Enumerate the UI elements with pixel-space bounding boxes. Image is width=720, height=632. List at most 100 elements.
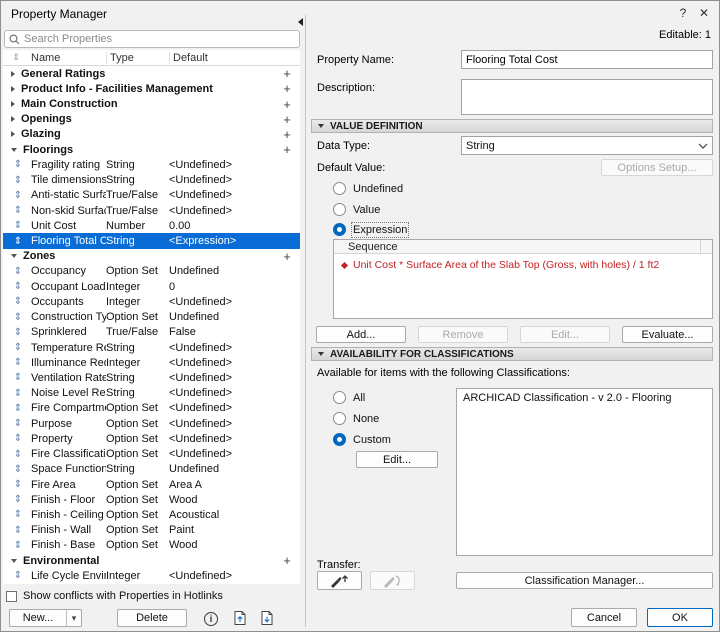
group-row[interactable]: Main Construction + [3,96,300,112]
property-row[interactable]: ⇕ Occupant Load Integer 0 [3,279,300,294]
cancel-button[interactable]: Cancel [571,608,637,627]
radio-icon [333,391,346,404]
edit-expression-button[interactable]: Edit... [520,326,610,343]
disclosure-icon[interactable] [11,558,17,563]
property-row[interactable]: ⇕ Finish - Floor Option Set Wood [3,492,300,507]
availability-header[interactable]: AVAILABILITY FOR CLASSIFICATIONS [311,347,713,361]
close-button[interactable]: ✕ [696,5,712,21]
value-definition-header[interactable]: VALUE DEFINITION [311,119,713,133]
property-row[interactable]: ⇕ Unit Cost Number 0.00 [3,218,300,233]
help-button[interactable]: ? [675,5,691,21]
evaluate-button[interactable]: Evaluate... [622,326,713,343]
disclosure-icon[interactable] [11,70,15,77]
disclosure-icon[interactable] [11,85,15,92]
description-input[interactable] [461,79,713,115]
column-default[interactable]: Default [169,51,300,64]
group-row[interactable]: Environmental + [3,553,300,568]
property-name-cell: Property [31,432,73,445]
disclosure-icon[interactable] [11,101,15,108]
panel-splitter[interactable] [305,15,306,627]
disclosure-icon[interactable] [11,116,15,123]
group-row[interactable]: Zones + [3,249,300,264]
add-property-icon[interactable]: + [280,249,294,264]
delete-button[interactable]: Delete [117,609,187,627]
group-row[interactable]: Floorings + [3,142,300,157]
property-row[interactable]: ⇕ Finish - Ceiling Option Set Acoustical [3,507,300,522]
show-conflicts-checkbox[interactable] [6,590,17,602]
reorder-icon: ⇕ [13,235,23,247]
classification-all-radio[interactable]: All [333,391,365,404]
group-row[interactable]: Glazing + [3,127,300,142]
property-row[interactable]: ⇕ Space Function String Undefined [3,462,300,477]
property-name-input[interactable] [461,50,713,69]
property-row[interactable]: ⇕ Finish - Wall Option Set Paint [3,523,300,538]
edit-classifications-button[interactable]: Edit... [356,451,438,468]
default-expression-radio[interactable]: Expression [333,221,410,238]
disclosure-icon[interactable] [11,254,17,259]
disclosure-icon[interactable] [11,131,15,138]
search-box [4,30,300,48]
property-name-cell: Tile dimensions [31,174,106,187]
property-row[interactable]: ⇕ Life Cycle Environ...Integer <Undefined> [3,568,300,583]
property-row[interactable]: ⇕ Finish - Base Option Set Wood [3,538,300,553]
property-row[interactable]: ⇕ Illuminance Requ...Integer <Undefined> [3,355,300,370]
add-property-icon[interactable]: + [280,97,294,112]
radio-label: Expression [350,221,410,238]
property-row[interactable]: ⇕ Sprinklered True/False False [3,325,300,340]
info-button[interactable]: i [203,611,219,627]
expression-row[interactable]: Unit Cost * Surface Area of the Slab Top… [334,254,712,271]
sequence-column-header[interactable]: Sequence [334,240,712,254]
inject-parameters-button[interactable] [370,571,415,590]
property-row[interactable]: ⇕ Tile dimensions String <Undefined> [3,173,300,188]
collapse-panel-icon[interactable] [298,18,303,26]
show-conflicts-row: Show conflicts with Properties in Hotlin… [6,590,223,602]
disclosure-icon[interactable] [11,147,17,152]
classification-item[interactable]: ARCHICAD Classification - v 2.0 - Floori… [457,389,712,407]
classification-custom-radio[interactable]: Custom [333,433,391,446]
property-row[interactable]: ⇕ Non-skid SurfaceTrue/False <Undefined> [3,203,300,218]
property-row[interactable]: ⇕ Fire Area Option Set Area A [3,477,300,492]
import-properties-button[interactable] [258,609,276,627]
ok-button[interactable]: OK [647,608,713,627]
property-row[interactable]: ⇕ Temperature Req...String <Undefined> [3,340,300,355]
new-menu-arrow-icon[interactable]: ▾ [66,610,81,626]
group-row[interactable]: General Ratings + [3,66,300,81]
property-row[interactable]: ⇕ Occupancy Option Set Undefined [3,264,300,279]
property-default-cell: <Undefined> [169,295,232,308]
search-input[interactable] [24,32,295,46]
property-row[interactable]: ⇕ Fire ClassificationOption Set <Undefined… [3,446,300,461]
classification-manager-button[interactable]: Classification Manager... [456,572,713,589]
add-property-icon[interactable]: + [280,142,294,157]
group-row[interactable]: Product Info - Facilities Management + [3,81,300,96]
add-property-icon[interactable]: + [280,553,294,568]
default-undefined-radio[interactable]: Undefined [333,182,403,195]
property-row[interactable]: ⇕ Noise Level Requ...String <Undefined> [3,386,300,401]
pickup-parameters-button[interactable] [317,571,362,590]
add-property-icon[interactable]: + [280,81,294,96]
column-type[interactable]: Type [106,51,169,64]
remove-button[interactable]: Remove [418,326,508,343]
property-row[interactable]: ⇕ Property Option Set <Undefined> [3,431,300,446]
classification-none-radio[interactable]: None [333,412,379,425]
add-property-icon[interactable]: + [280,66,294,81]
new-button[interactable]: New... ▾ [9,609,82,627]
data-type-select[interactable]: String [461,136,713,155]
reorder-icon: ⇕ [13,418,23,430]
property-row[interactable]: ⇕ Fragility rating String <Undefined> [3,157,300,172]
column-name[interactable]: Name [29,52,106,64]
property-row[interactable]: ⇕ Construction TypesOption Set Undefined [3,310,300,325]
add-property-icon[interactable]: + [280,112,294,127]
add-button[interactable]: Add... [316,326,406,343]
default-value-radio[interactable]: Value [333,203,380,216]
property-row[interactable]: ⇕ Occupants Integer <Undefined> [3,294,300,309]
property-row[interactable]: ⇕ Fire CompartmentOption Set <Undefined> [3,401,300,416]
property-row[interactable]: ⇕ Anti-static SurfaceTrue/False <Undefined… [3,188,300,203]
options-setup-button[interactable]: Options Setup... [601,159,713,176]
add-property-icon[interactable]: + [280,127,294,142]
property-row[interactable]: ⇕ Ventilation Rate ...String <Undefined> [3,370,300,385]
property-row[interactable]: ⇕ Flooring Total CostString <Expression> [3,233,300,249]
group-row[interactable]: Openings + [3,112,300,127]
export-properties-button[interactable] [231,609,249,627]
property-default-cell: <Undefined> [169,448,232,461]
property-row[interactable]: ⇕ Purpose Option Set <Undefined> [3,416,300,431]
